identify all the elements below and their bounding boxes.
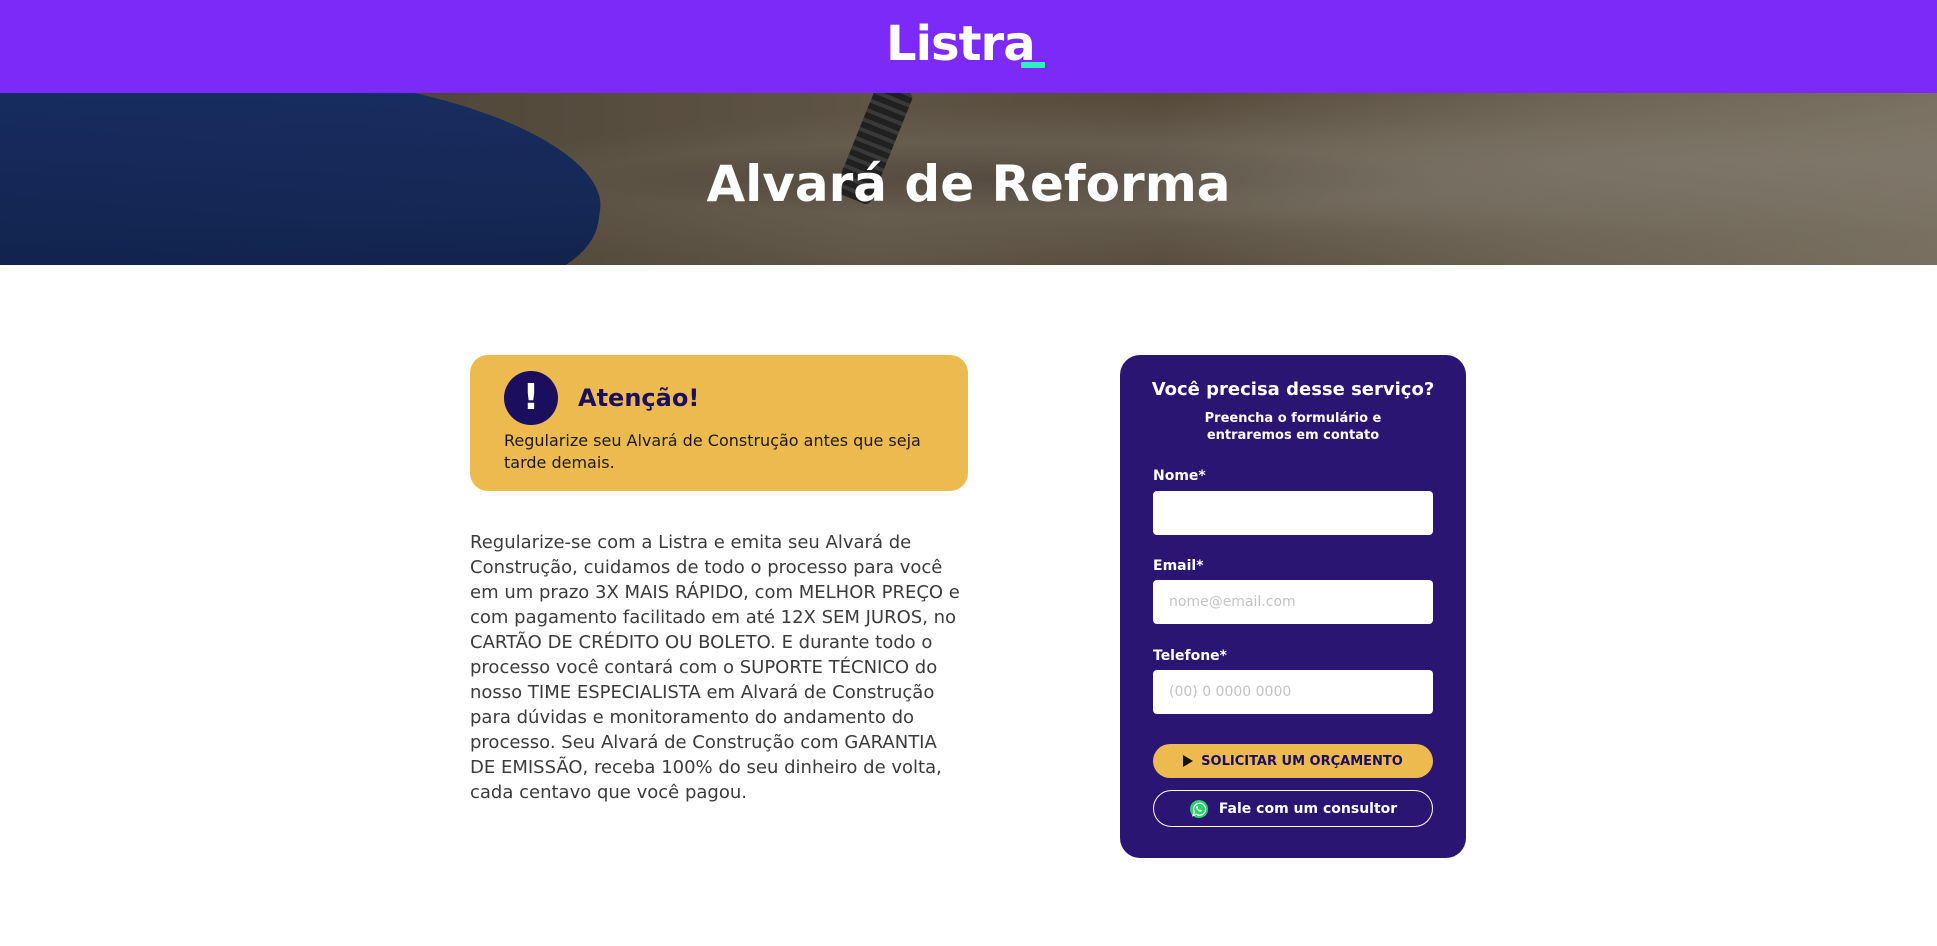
service-description: Regularize-se com a Listra e emita seu A… <box>470 532 960 803</box>
request-quote-button[interactable]: SOLICITAR UM ORÇAMENTO <box>1153 744 1433 778</box>
talk-to-consultant-label: Fale com um consultor <box>1218 800 1398 817</box>
phone-input[interactable] <box>1153 670 1433 714</box>
play-icon <box>1183 755 1194 767</box>
form-subtitle: Preencha o formulário e entraremos em co… <box>1204 411 1382 443</box>
top-header: Listra <box>0 0 1937 93</box>
form-title: Você precisa desse serviço? <box>1151 379 1435 400</box>
phone-label: Telefone* <box>1153 648 1227 664</box>
email-label: Email* <box>1153 558 1204 574</box>
quote-form: Você precisa desse serviço? Preencha o f… <box>1120 355 1466 858</box>
attention-box: ! Atenção! Regularize seu Alvará de Cons… <box>470 355 968 491</box>
name-input[interactable] <box>1153 491 1433 535</box>
email-input[interactable] <box>1153 580 1433 624</box>
whatsapp-icon <box>1189 799 1208 818</box>
page-title: Alvará de Reforma <box>706 155 1231 213</box>
logo-underscore <box>1021 62 1045 68</box>
request-quote-label: SOLICITAR UM ORÇAMENTO <box>1201 753 1403 769</box>
hero-banner: Alvará de Reforma <box>0 93 1937 265</box>
attention-text: Regularize seu Alvará de Construção ante… <box>504 431 921 472</box>
exclamation-icon: ! <box>504 371 558 425</box>
talk-to-consultant-button[interactable]: Fale com um consultor <box>1153 790 1433 827</box>
name-label: Nome* <box>1153 468 1206 484</box>
listra-logo[interactable]: Listra <box>886 18 1036 70</box>
attention-title: Atenção! <box>578 384 700 412</box>
